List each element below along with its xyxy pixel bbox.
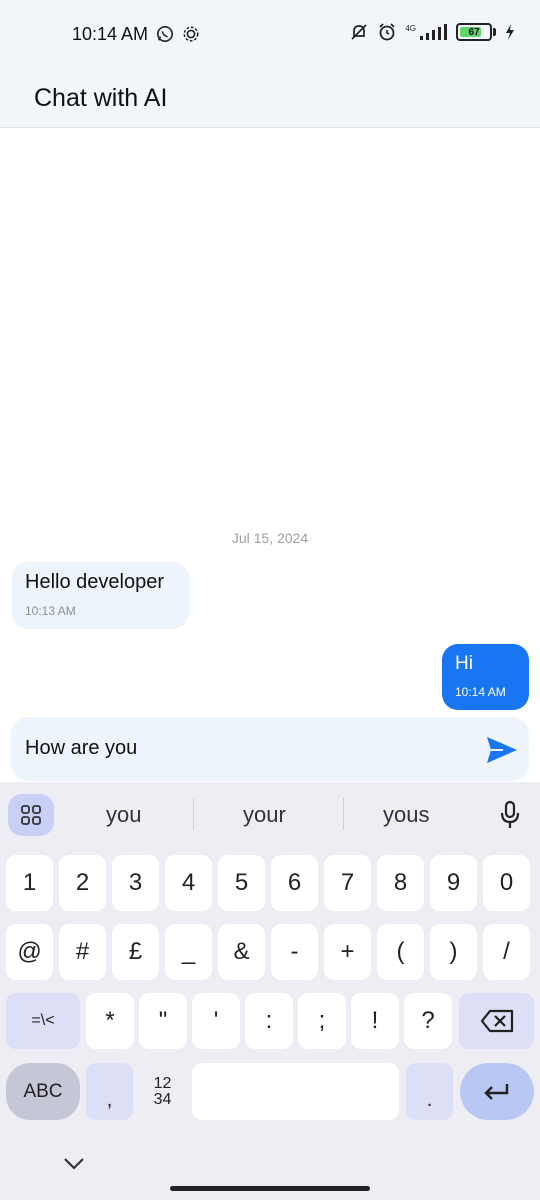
numpad-key[interactable]: 12 34 xyxy=(139,1063,186,1120)
key-semicolon[interactable]: ; xyxy=(298,993,346,1049)
alarm-icon xyxy=(377,22,397,42)
key-period[interactable]: . xyxy=(406,1063,453,1120)
key-asterisk[interactable]: * xyxy=(86,993,134,1049)
backspace-icon xyxy=(480,1009,513,1033)
message-text: Hello developer xyxy=(25,571,164,593)
keyboard: you your yous 1 2 3 4 5 6 7 8 9 0 @ # £ … xyxy=(0,782,540,1200)
grid-icon xyxy=(21,805,41,825)
key-minus[interactable]: - xyxy=(271,924,318,980)
key-6[interactable]: 6 xyxy=(271,855,318,911)
space-bar[interactable] xyxy=(192,1063,399,1120)
keyboard-collapse-button[interactable] xyxy=(62,1154,86,1174)
key-ampersand[interactable]: & xyxy=(218,924,265,980)
numpad-label-bottom: 34 xyxy=(153,1090,172,1108)
key-slash[interactable]: / xyxy=(483,924,530,980)
send-button[interactable] xyxy=(485,733,519,767)
whatsapp-icon xyxy=(155,24,175,44)
key-question[interactable]: ? xyxy=(404,993,452,1049)
key-hash[interactable]: # xyxy=(59,924,106,980)
message-bubble-outgoing[interactable]: Hi 10:14 AM xyxy=(442,644,529,710)
more-symbols-key[interactable]: =\< xyxy=(6,993,80,1049)
charging-icon xyxy=(504,22,516,42)
message-input[interactable]: How are you xyxy=(25,737,137,760)
signal-icon xyxy=(418,22,448,42)
key-0[interactable]: 0 xyxy=(483,855,530,911)
backspace-key[interactable] xyxy=(459,993,534,1049)
message-text: Hi xyxy=(455,653,473,674)
key-comma[interactable]: , xyxy=(86,1063,133,1120)
send-icon xyxy=(487,737,517,763)
keyboard-menu-button[interactable] xyxy=(8,794,54,836)
key-at[interactable]: @ xyxy=(6,924,53,980)
chat-area[interactable]: Jul 15, 2024 Hello developer 10:13 AM Hi… xyxy=(0,128,540,713)
network-type: 4G xyxy=(405,23,416,33)
mute-bell-icon xyxy=(349,22,369,42)
key-underscore[interactable]: _ xyxy=(165,924,212,980)
suggestion-2[interactable]: your xyxy=(243,802,286,828)
suggestion-strip: you your yous xyxy=(0,782,540,848)
battery-percent: 67 xyxy=(468,26,480,38)
key-3[interactable]: 3 xyxy=(112,855,159,911)
suggestion-3[interactable]: yous xyxy=(383,802,429,828)
key-single-quote[interactable]: ' xyxy=(192,993,240,1049)
settings-icon xyxy=(181,24,201,44)
chevron-down-icon xyxy=(64,1158,84,1170)
key-plus[interactable]: + xyxy=(324,924,371,980)
key-7[interactable]: 7 xyxy=(324,855,371,911)
status-bar: 10:14 AM 4G 67 xyxy=(0,0,540,68)
battery-icon: 67 xyxy=(456,23,492,41)
key-exclamation[interactable]: ! xyxy=(351,993,399,1049)
abc-key[interactable]: ABC xyxy=(6,1063,80,1120)
key-open-paren[interactable]: ( xyxy=(377,924,424,980)
home-indicator[interactable] xyxy=(170,1186,370,1191)
key-colon[interactable]: : xyxy=(245,993,293,1049)
key-9[interactable]: 9 xyxy=(430,855,477,911)
key-1[interactable]: 1 xyxy=(6,855,53,911)
message-time: 10:13 AM xyxy=(25,604,76,618)
enter-icon xyxy=(484,1083,509,1100)
status-time: 10:14 AM xyxy=(72,24,149,44)
key-pound[interactable]: £ xyxy=(112,924,159,980)
app-bar: Chat with AI xyxy=(0,68,540,128)
numpad-label-top: 12 xyxy=(153,1074,172,1092)
key-5[interactable]: 5 xyxy=(218,855,265,911)
key-4[interactable]: 4 xyxy=(165,855,212,911)
key-2[interactable]: 2 xyxy=(59,855,106,911)
date-separator: Jul 15, 2024 xyxy=(231,530,309,546)
message-composer[interactable]: How are you xyxy=(11,717,529,781)
page-title: Chat with AI xyxy=(34,84,168,112)
message-time: 10:14 AM xyxy=(455,685,506,699)
microphone-icon xyxy=(500,800,520,828)
voice-input-button[interactable] xyxy=(496,799,524,831)
key-8[interactable]: 8 xyxy=(377,855,424,911)
key-double-quote[interactable]: " xyxy=(139,993,187,1049)
enter-key[interactable] xyxy=(460,1063,534,1120)
key-close-paren[interactable]: ) xyxy=(430,924,477,980)
suggestion-1[interactable]: you xyxy=(106,802,141,828)
message-bubble-incoming[interactable]: Hello developer 10:13 AM xyxy=(12,562,189,629)
